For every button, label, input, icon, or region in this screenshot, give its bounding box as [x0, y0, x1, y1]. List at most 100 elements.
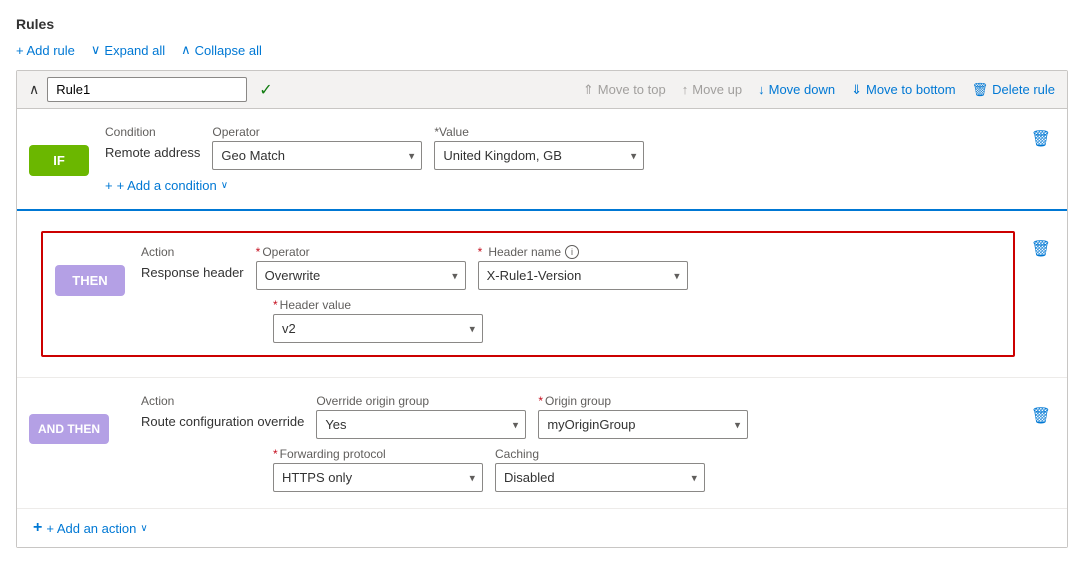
condition-value: Remote address	[105, 141, 200, 160]
then-operator-select-wrapper: Overwrite ▾	[256, 261, 466, 290]
caching-label: Caching	[495, 447, 705, 461]
override-select-wrapper: Yes ▾	[316, 410, 526, 439]
operator-col: Operator Geo Match ▾	[212, 125, 422, 170]
and-then-row1: Action Route configuration override Over…	[141, 394, 1027, 439]
condition-row: Condition Remote address Operator Geo Ma…	[105, 125, 1011, 170]
then-header-name-label: *Header name i	[478, 245, 688, 259]
add-action-button[interactable]: + + Add an action ∨	[33, 519, 148, 537]
collapse-chevron[interactable]: ∧	[29, 81, 39, 98]
delete-icon: 🗑	[972, 82, 989, 98]
origin-group-select[interactable]: myOriginGroup	[538, 410, 748, 439]
expand-all-button[interactable]: ∨ Expand all	[91, 42, 165, 58]
origin-group-col: *Origin group myOriginGroup ▾	[538, 394, 748, 439]
header-value-select-wrapper: v2 ▾	[273, 314, 483, 343]
override-col: Override origin group Yes ▾	[316, 394, 526, 439]
move-bottom-icon: ⇓	[851, 82, 862, 98]
rule-header: ∧ ✓ ⇑ Move to top ↑ Move up ↓ Move down …	[17, 71, 1067, 109]
checkmark-icon: ✓	[259, 80, 272, 100]
forwarding-label: *Forwarding protocol	[273, 447, 483, 461]
override-label: Override origin group	[316, 394, 526, 408]
and-then-action-col: Action Route configuration override	[141, 394, 304, 429]
caching-select-wrapper: Disabled ▾	[495, 463, 705, 492]
and-then-action-value: Route configuration override	[141, 410, 304, 429]
then-section: THEN Action Response header *Operator	[41, 231, 1015, 357]
header-value-select[interactable]: v2	[273, 314, 483, 343]
header-name-select-wrapper: X-Rule1-Version ▾	[478, 261, 688, 290]
header-value-col: *Header value v2 ▾	[273, 298, 483, 343]
then-row: Action Response header *Operator Overwri…	[141, 245, 1001, 290]
operator-select-wrapper: Geo Match ▾	[212, 141, 422, 170]
operator-select[interactable]: Geo Match	[212, 141, 422, 170]
and-then-row2: *Forwarding protocol HTTPS only ▾	[141, 447, 1027, 492]
then-action-col: Action Response header	[141, 245, 244, 280]
condition-block: Condition Remote address Operator Geo Ma…	[105, 125, 1011, 193]
value-select[interactable]: United Kingdom, GB	[434, 141, 644, 170]
collapse-icon: ∧	[181, 42, 191, 58]
add-condition-button[interactable]: + + Add a condition ∨	[105, 178, 228, 193]
header-value-row: *Header value v2 ▾	[141, 298, 1001, 343]
and-then-wrapper: AND THEN Action Route configuration over…	[17, 378, 1067, 508]
move-to-top-button[interactable]: ⇑ Move to top	[583, 82, 666, 98]
if-delete-button[interactable]: 🗑	[1027, 125, 1055, 153]
move-up-label: Move up	[692, 82, 742, 97]
header-name-star: *	[478, 245, 483, 259]
then-header-name-col: *Header name i X-Rule1-Version ▾	[478, 245, 688, 290]
forwarding-col: *Forwarding protocol HTTPS only ▾	[273, 447, 483, 492]
operator-star: *	[256, 245, 261, 259]
caching-select[interactable]: Disabled	[495, 463, 705, 492]
value-label: *Value	[434, 125, 644, 139]
add-rule-button[interactable]: + Add rule	[16, 43, 75, 58]
move-down-icon: ↓	[758, 82, 765, 97]
condition-label: Condition	[105, 125, 200, 139]
origin-star: *	[538, 394, 543, 408]
then-wrapper: THEN Action Response header *Operator	[17, 211, 1067, 378]
value-col: *Value United Kingdom, GB ▾	[434, 125, 644, 170]
collapse-all-button[interactable]: ∧ Collapse all	[181, 42, 262, 58]
then-action-label: Action	[141, 245, 244, 259]
header-name-info-icon[interactable]: i	[565, 245, 579, 259]
add-action-bar: + + Add an action ∨	[17, 508, 1067, 547]
and-then-outer-row: AND THEN Action Route configuration over…	[29, 386, 1055, 500]
toolbar: + Add rule ∨ Expand all ∧ Collapse all	[16, 42, 1068, 58]
then-action-value: Response header	[141, 261, 244, 280]
rule-name-input[interactable]	[47, 77, 247, 102]
and-then-block: Action Route configuration override Over…	[141, 394, 1027, 492]
header-name-select[interactable]: X-Rule1-Version	[478, 261, 688, 290]
move-to-bottom-button[interactable]: ⇓ Move to bottom	[851, 82, 956, 98]
then-badge: THEN	[55, 265, 125, 296]
forwarding-star: *	[273, 447, 278, 461]
then-outer-row: THEN Action Response header *Operator	[29, 219, 1055, 369]
then-delete-button[interactable]: 🗑	[1027, 235, 1055, 263]
and-then-action-label: Action	[141, 394, 304, 408]
forwarding-select[interactable]: HTTPS only	[273, 463, 483, 492]
rule-body: IF Condition Remote address Operator Geo…	[17, 109, 1067, 547]
origin-group-label: *Origin group	[538, 394, 748, 408]
page-title: Rules	[16, 16, 1068, 32]
rule-container: ∧ ✓ ⇑ Move to top ↑ Move up ↓ Move down …	[16, 70, 1068, 548]
add-condition-icon: +	[105, 178, 113, 193]
add-condition-chevron: ∨	[221, 180, 228, 191]
move-up-icon: ↑	[682, 82, 689, 97]
if-badge: IF	[29, 145, 89, 176]
condition-col: Condition Remote address	[105, 125, 200, 160]
add-action-plus-icon: +	[33, 519, 42, 537]
add-action-chevron-icon: ∨	[140, 523, 147, 534]
then-operator-label: *Operator	[256, 245, 466, 259]
move-down-button[interactable]: ↓ Move down	[758, 82, 835, 97]
then-operator-select[interactable]: Overwrite	[256, 261, 466, 290]
move-up-button[interactable]: ↑ Move up	[682, 82, 742, 97]
forwarding-select-wrapper: HTTPS only ▾	[273, 463, 483, 492]
value-select-wrapper: United Kingdom, GB ▾	[434, 141, 644, 170]
caching-col: Caching Disabled ▾	[495, 447, 705, 492]
move-top-icon: ⇑	[583, 82, 594, 98]
delete-rule-button[interactable]: 🗑 Delete rule	[972, 82, 1055, 98]
origin-group-select-wrapper: myOriginGroup ▾	[538, 410, 748, 439]
then-block: Action Response header *Operator Overwri…	[141, 245, 1001, 343]
header-value-label: *Header value	[273, 298, 483, 312]
and-then-delete-button[interactable]: 🗑	[1027, 402, 1055, 430]
override-select[interactable]: Yes	[316, 410, 526, 439]
if-section: IF Condition Remote address Operator Geo…	[17, 109, 1067, 211]
and-then-section: AND THEN Action Route configuration over…	[29, 386, 1027, 500]
then-operator-col: *Operator Overwrite ▾	[256, 245, 466, 290]
and-then-badge: AND THEN	[29, 414, 109, 444]
